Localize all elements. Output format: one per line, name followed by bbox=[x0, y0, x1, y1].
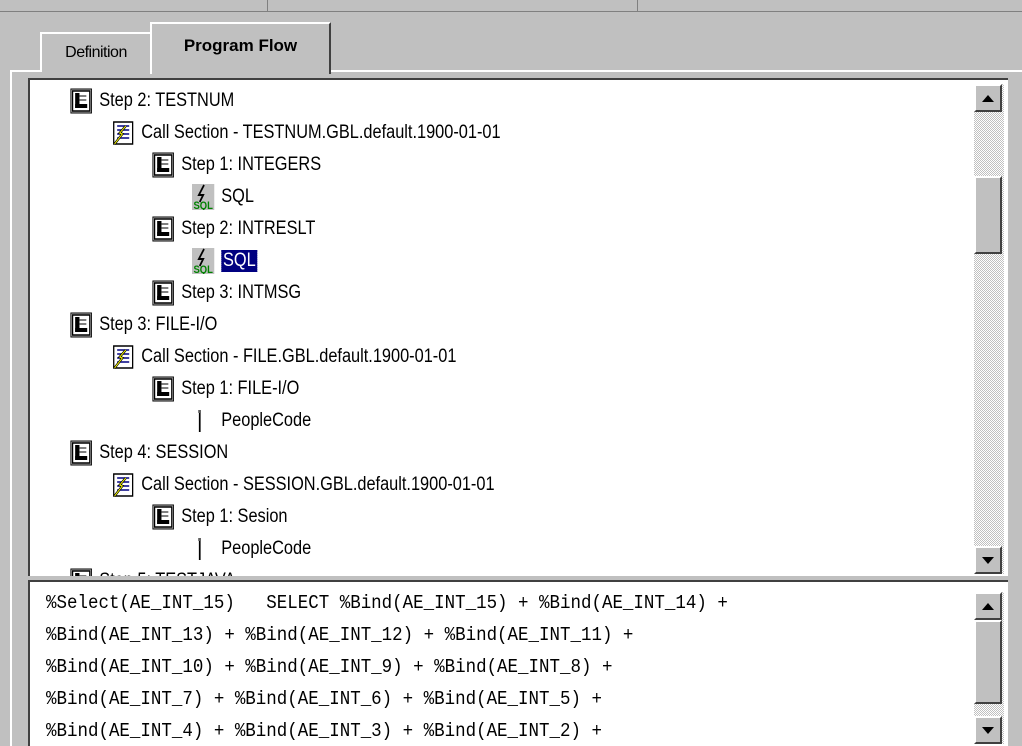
peoplecode-icon bbox=[192, 536, 214, 562]
tree-node[interactable]: Step 2: INTRESLT bbox=[152, 214, 315, 244]
tree-node-label: Step 3: INTMSG bbox=[181, 282, 302, 303]
scroll-thumb[interactable] bbox=[974, 620, 1002, 704]
code-vertical-scrollbar[interactable] bbox=[974, 592, 1004, 744]
tree-node-label: Step 5: TESTJAVA bbox=[99, 570, 235, 576]
tree-node[interactable]: Step 4: SESSION bbox=[70, 438, 228, 468]
tree-node[interactable]: Step 2: TESTNUM bbox=[70, 86, 234, 116]
tree-node-label: Step 4: SESSION bbox=[99, 442, 229, 463]
tree-vertical-scrollbar[interactable] bbox=[974, 84, 1004, 574]
step-icon bbox=[70, 440, 92, 466]
program-flow-tree[interactable]: Step 2: TESTNUM Call Section - TESTNUM.GB… bbox=[28, 78, 1008, 576]
tree-node[interactable]: Step 1: FILE-I/O bbox=[152, 374, 299, 404]
sql-icon: SQL bbox=[192, 248, 215, 274]
tree-node[interactable]: SQL SQL bbox=[192, 182, 254, 212]
top-strip-segment bbox=[268, 0, 638, 12]
code-line: %Bind(AE_INT_13) + %Bind(AE_INT_12) + %B… bbox=[46, 624, 634, 646]
tree-node-label: Call Section - TESTNUM.GBL.default.1900-… bbox=[141, 122, 501, 143]
call-section-icon bbox=[112, 344, 134, 370]
tree-node-label: Call Section - SESSION.GBL.default.1900-… bbox=[141, 474, 495, 495]
svg-text:SQL: SQL bbox=[193, 200, 212, 210]
tree-node[interactable]: Step 5: TESTJAVA bbox=[70, 566, 235, 576]
tree-node[interactable]: Call Section - TESTNUM.GBL.default.1900-… bbox=[112, 118, 501, 148]
code-line: %Bind(AE_INT_7) + %Bind(AE_INT_6) + %Bin… bbox=[46, 688, 602, 710]
step-icon bbox=[70, 88, 92, 114]
tree-node[interactable]: Step 1: Sesion bbox=[152, 502, 288, 532]
code-line: %Select(AE_INT_15) SELECT %Bind(AE_INT_1… bbox=[46, 592, 728, 614]
tree-node-label: Call Section - FILE.GBL.default.1900-01-… bbox=[141, 346, 457, 367]
tab-definition[interactable]: Definition bbox=[40, 32, 152, 72]
tree-node-label: Step 2: TESTNUM bbox=[99, 90, 235, 111]
arrow-up-icon bbox=[982, 94, 994, 102]
svg-text:SQL: SQL bbox=[193, 264, 212, 274]
step-icon bbox=[152, 152, 174, 178]
tree-node-label: PeopleCode bbox=[221, 410, 312, 431]
tree-node[interactable]: Step 1: INTEGERS bbox=[152, 150, 321, 180]
call-section-icon bbox=[112, 472, 134, 498]
tree-node-label: Step 1: INTEGERS bbox=[181, 154, 322, 175]
step-icon bbox=[152, 280, 174, 306]
tree-node[interactable]: Step 3: INTMSG bbox=[152, 278, 301, 308]
code-line: %Bind(AE_INT_10) + %Bind(AE_INT_9) + %Bi… bbox=[46, 656, 613, 678]
sql-icon: SQL bbox=[192, 184, 215, 210]
tree-node[interactable]: Step 3: FILE-I/O bbox=[70, 310, 217, 340]
scroll-up-button[interactable] bbox=[974, 592, 1002, 620]
tree-node-label: Step 1: Sesion bbox=[181, 506, 288, 527]
step-icon bbox=[152, 376, 174, 402]
tab-program-flow[interactable]: Program Flow bbox=[150, 22, 331, 74]
step-icon bbox=[70, 312, 92, 338]
step-icon bbox=[152, 216, 174, 242]
tree-node-label: SQL bbox=[220, 249, 259, 273]
scroll-down-button[interactable] bbox=[974, 546, 1002, 574]
tree-node-label: SQL bbox=[221, 186, 254, 207]
top-strip bbox=[0, 0, 1022, 14]
tree-node[interactable]: Call Section - SESSION.GBL.default.1900-… bbox=[112, 470, 495, 500]
tree-node-label: Step 2: INTRESLT bbox=[181, 218, 316, 239]
tree-node[interactable]: PeopleCode bbox=[192, 534, 311, 564]
tree-node[interactable]: Call Section - FILE.GBL.default.1900-01-… bbox=[112, 342, 456, 372]
peoplecode-icon bbox=[192, 408, 214, 434]
step-icon bbox=[70, 568, 92, 576]
scroll-down-button[interactable] bbox=[974, 716, 1002, 744]
tree-node-label: Step 3: FILE-I/O bbox=[99, 314, 218, 335]
arrow-down-icon bbox=[982, 726, 994, 734]
arrow-down-icon bbox=[982, 556, 994, 564]
tree-node-label: Step 1: FILE-I/O bbox=[181, 378, 300, 399]
top-strip-segment bbox=[638, 0, 1022, 12]
tree-node[interactable]: SQL SQL bbox=[192, 246, 259, 276]
step-icon bbox=[152, 504, 174, 530]
call-section-icon bbox=[112, 120, 134, 146]
tree-node[interactable]: PeopleCode bbox=[192, 406, 311, 436]
arrow-up-icon bbox=[982, 602, 994, 610]
top-strip-segment bbox=[0, 0, 268, 12]
tree-node-label: PeopleCode bbox=[221, 538, 312, 559]
sql-text-pane[interactable]: %Select(AE_INT_15) SELECT %Bind(AE_INT_1… bbox=[28, 580, 1008, 746]
scroll-up-button[interactable] bbox=[974, 84, 1002, 112]
scroll-thumb[interactable] bbox=[974, 176, 1002, 254]
code-line: %Bind(AE_INT_4) + %Bind(AE_INT_3) + %Bin… bbox=[46, 720, 602, 742]
